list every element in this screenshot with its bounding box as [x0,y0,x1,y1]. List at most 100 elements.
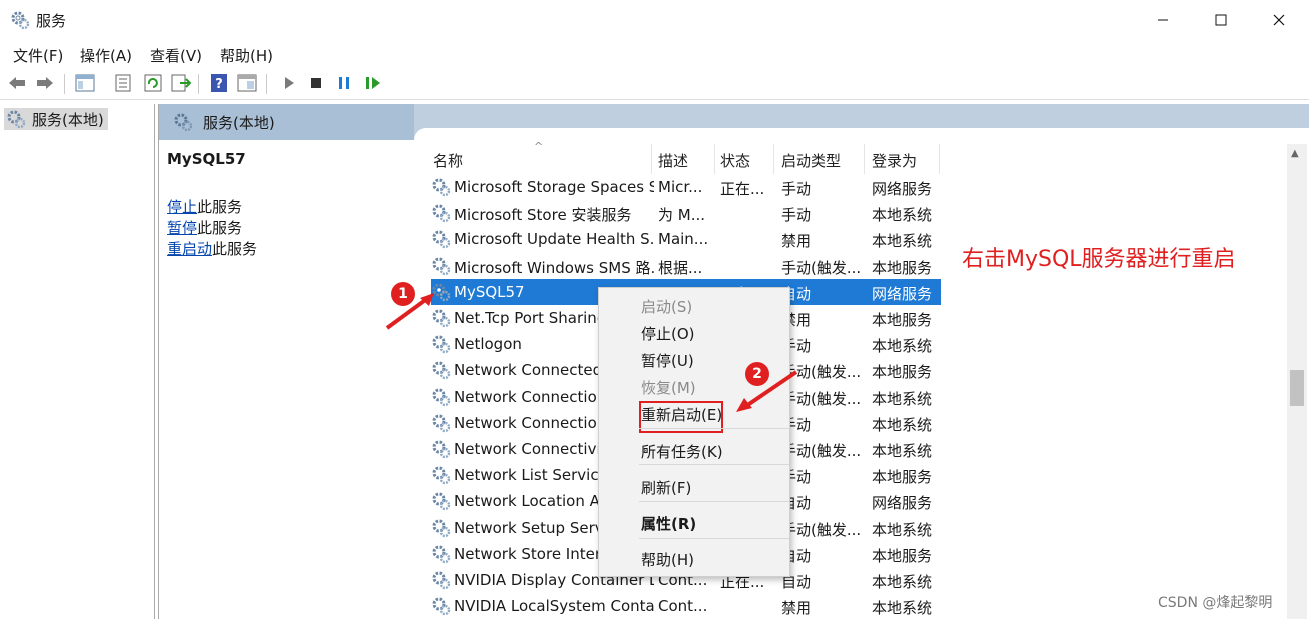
console-tree-icon[interactable] [74,72,96,94]
service-gear-icon [431,256,451,276]
service-name: Microsoft Windows SMS 路... [454,258,654,277]
pause-service-action: 暂停此服务 [167,217,242,238]
service-gear-icon [431,334,451,354]
column-header-log-on-as[interactable]: 登录为 [872,150,917,171]
menu-file[interactable]: 文件(F) [13,45,63,66]
context-menu-item[interactable]: 属性(R) [599,509,789,537]
refresh-icon[interactable] [142,72,164,94]
service-log-on-as: 本地服务 [872,468,933,487]
restart-service-action: 重启动此服务 [167,238,257,259]
stop-icon[interactable] [305,72,327,94]
menu-view[interactable]: 查看(V) [150,45,202,66]
menu-action[interactable]: 操作(A) [80,45,132,66]
column-divider[interactable] [864,144,865,174]
context-menu-item[interactable]: 刷新(F) [599,473,789,501]
context-menu-separator [639,501,789,502]
help-icon[interactable]: ? [208,72,230,94]
service-log-on-as: 本地系统 [872,520,933,539]
service-gear-icon [431,544,451,564]
service-log-on-as: 本地系统 [872,573,933,591]
export-icon[interactable] [170,72,192,94]
tree-item-label: 服务(本地) [32,110,104,129]
service-log-on-as: 本地服务 [872,546,933,565]
service-gear-icon [431,518,451,538]
service-startup-type: 禁用 [781,311,812,329]
scrollbar-thumb[interactable] [1290,370,1304,406]
context-menu-item-label: 暂停(U) [641,352,694,370]
service-description: Micr... [658,178,703,196]
context-menu-item[interactable]: 帮助(H) [599,545,789,573]
table-row[interactable]: Microsoft Windows SMS 路... 根据... 手动(触发... 本… [431,253,941,279]
pause-service-link[interactable]: 暂停 [167,219,197,237]
column-header-status[interactable]: 状态 [720,150,750,171]
service-log-on-as: 网络服务 [872,180,933,198]
column-header-description[interactable]: 描述 [658,150,688,171]
service-gear-icon [431,177,451,197]
column-header-name[interactable]: 名称 [433,150,463,171]
restart-service-link[interactable]: 重启动 [167,240,212,258]
annotation-note: 右击MySQL服务器进行重启 [962,247,1236,272]
context-menu-separator [639,538,789,539]
context-menu-separator [639,464,789,465]
restart-icon[interactable] [362,72,384,94]
context-menu-item-label: 启动(S) [641,298,693,316]
start-icon[interactable] [278,72,300,94]
watermark: CSDN @烽起黎明 [1158,595,1273,611]
service-log-on-as: 本地服务 [872,258,933,277]
service-status: 正在... [720,180,765,198]
properties-icon[interactable] [112,72,134,94]
pause-icon[interactable] [333,72,355,94]
maximize-button[interactable] [1192,0,1250,40]
column-divider[interactable] [714,144,715,174]
submenu-arrow-icon: › [641,441,647,459]
annotation-arrow-1 [385,293,434,330]
service-startup-type: 手动 [781,337,812,356]
column-divider[interactable] [773,144,774,174]
menu-help[interactable]: 帮助(H) [220,45,273,66]
table-row[interactable]: NVIDIA LocalSystem Conta... Cont... 禁用 本地系统 [431,593,941,619]
toolbar-separator [266,74,267,94]
service-name: Microsoft Update Health S... [454,230,654,249]
context-menu-separator [639,428,789,429]
table-row[interactable]: Microsoft Storage Spaces S... Micr... 正在..… [431,174,941,200]
service-log-on-as: 本地系统 [872,232,933,251]
pane-header: 服务(本地) [159,104,1309,140]
service-log-on-as: 本地系统 [872,389,933,408]
context-menu-item[interactable]: 所有任务(K) › [599,437,789,465]
service-log-on-as: 本地系统 [872,337,933,356]
service-description: Main... [658,230,709,249]
title-bar: 服务 [0,0,1309,40]
vertical-scrollbar[interactable]: ▲ [1287,144,1307,619]
back-icon[interactable] [6,72,28,94]
service-startup-type: 禁用 [781,599,812,618]
table-row[interactable]: Microsoft Store 安装服务 为 M... 手动 本地系统 [431,200,941,226]
column-divider[interactable] [939,144,940,174]
column-divider[interactable] [651,144,652,174]
minimize-button[interactable] [1134,0,1192,40]
pane-title: 服务(本地) [203,113,275,132]
service-gear-icon [431,596,451,616]
menu-bar: 文件(F) 操作(A) 查看(V) 帮助(H) [0,40,1309,68]
service-log-on-as: 本地系统 [872,599,933,618]
tree-item-services-local[interactable]: 服务(本地) [4,108,108,130]
table-row[interactable]: Microsoft Update Health S... Main... 禁用 本地系… [431,226,941,252]
stop-service-link[interactable]: 停止 [167,198,197,216]
service-log-on-as: 本地服务 [872,363,933,382]
header-curve [414,128,1309,140]
service-startup-type: 手动(触发... [781,520,862,539]
minimize-icon [1158,19,1168,21]
forward-icon[interactable] [34,72,56,94]
service-startup-type: 禁用 [781,232,812,251]
service-gear-icon [431,491,451,511]
scroll-up-icon[interactable]: ▲ [1291,148,1299,159]
service-startup-type: 手动 [781,180,812,198]
context-menu-item-label: 停止(O) [641,325,695,343]
service-gear-icon [431,570,451,590]
service-gear-icon [431,360,451,380]
view-icon[interactable] [236,72,258,94]
context-menu-item[interactable]: 停止(O) [599,319,789,347]
column-header-startup-type[interactable]: 启动类型 [781,150,841,171]
context-menu-item-label: 恢复(M) [641,379,696,397]
close-button[interactable] [1250,0,1308,40]
service-startup-type: 手动(触发... [781,442,862,460]
